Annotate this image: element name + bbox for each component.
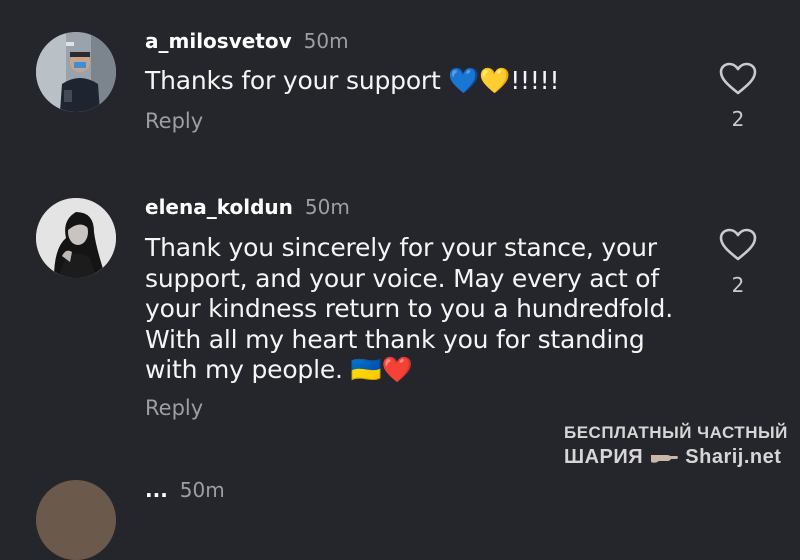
comment-line: With all my heart thank you for standing [145, 324, 645, 354]
avatar[interactable] [36, 198, 116, 278]
like-count: 2 [731, 273, 745, 297]
watermark-line1: БЕСПЛАТНЫЙ ЧАСТНЫЙ [564, 423, 788, 442]
comment-line: Thank you sincerely for your stance, you… [145, 233, 657, 262]
watermark: БЕСПЛАТНЫЙ ЧАСТНЫЙ ШАРИЯ Sharij.net [564, 422, 794, 470]
comment-line: your kindness return to you a hundredfol… [145, 294, 673, 323]
user-photo-icon [36, 32, 116, 112]
watermark-text-left: ШАРИЯ [564, 446, 644, 468]
avatar[interactable] [36, 32, 116, 112]
watermark-line2: ШАРИЯ Sharij.net [564, 444, 794, 470]
username-text[interactable]: a_milosvetov [145, 29, 292, 53]
user-photo-icon [36, 198, 116, 278]
watermark-text-right: Sharij.net [685, 446, 782, 468]
pointing-hand-icon [651, 454, 679, 463]
like-heart-icon[interactable] [718, 228, 758, 262]
like-count: 2 [731, 107, 745, 131]
username[interactable]: ... 50m [145, 478, 225, 502]
avatar[interactable] [36, 480, 116, 560]
comment-line-text: with my people. [145, 355, 343, 384]
comment-line: support, and your voice. May every act o… [145, 263, 659, 293]
comment-line: with my people. 🇺🇦❤️ [145, 355, 705, 386]
username[interactable]: elena_koldun 50m [145, 195, 350, 219]
comment-emoji: 💙💛!!!!! [448, 66, 560, 95]
like-heart-icon[interactable] [718, 62, 758, 96]
comment-text: Thank you sincerely for your stance, you… [145, 233, 705, 386]
reply-button[interactable]: Reply [145, 109, 203, 133]
timestamp: 50m [303, 29, 349, 53]
username[interactable]: a_milosvetov 50m [145, 29, 349, 53]
timestamp: 50m [304, 195, 350, 219]
username-text[interactable]: elena_koldun [145, 195, 293, 219]
timestamp: 50m [179, 478, 225, 502]
comment-body: Thanks for your support [145, 66, 441, 95]
username-text[interactable]: ... [145, 478, 168, 502]
comment-emoji: 🇺🇦❤️ [350, 355, 413, 384]
comment-text: Thanks for your support 💙💛!!!!! [145, 66, 705, 97]
reply-button[interactable]: Reply [145, 396, 203, 420]
